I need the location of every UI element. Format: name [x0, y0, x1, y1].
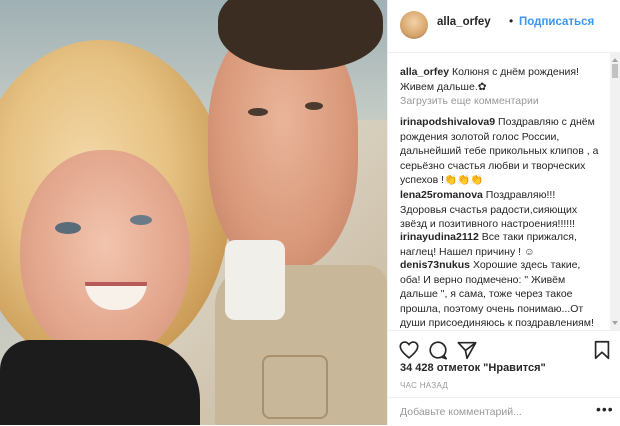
photo-embroidery: [262, 355, 328, 419]
photo-eye: [305, 102, 323, 110]
comments-list[interactable]: alla_orfey Колюня с днём рождения! Живем…: [388, 53, 609, 329]
comment-username[interactable]: denis73nukus: [400, 259, 470, 271]
more-options-icon[interactable]: •••: [596, 401, 614, 417]
caption: alla_orfey Колюня с днём рождения! Живем…: [400, 65, 600, 94]
avatar[interactable]: [400, 11, 428, 39]
scrollbar-thumb[interactable]: [612, 64, 618, 78]
add-comment-input[interactable]: [400, 403, 585, 421]
separator-dot: •: [509, 14, 514, 28]
post-sidebar: alla_orfey • Подписаться alla_orfey Колю…: [387, 0, 620, 425]
heart-icon[interactable]: [398, 339, 420, 361]
follow-button[interactable]: Подписаться: [519, 16, 594, 28]
likes-count[interactable]: 34 428 отметок "Нравится": [400, 362, 546, 374]
post-container: alla_orfey • Подписаться alla_orfey Колю…: [0, 0, 620, 425]
photo-shirt: [225, 240, 285, 320]
photo-man-hair: [218, 0, 383, 70]
post-photo[interactable]: [0, 0, 387, 425]
likes-label: отметок "Нравится": [436, 362, 546, 374]
comment-username[interactable]: irinayudina2112: [400, 231, 479, 243]
photo-eye: [248, 108, 268, 116]
comment-item: irinayudina2112 Все таки прижался, нагле…: [400, 230, 600, 259]
comment-icon[interactable]: [427, 339, 449, 361]
photo-eye: [55, 222, 81, 234]
photo-dress: [0, 340, 200, 425]
photo-eye: [130, 215, 152, 225]
post-timestamp[interactable]: ЧАС НАЗАД: [400, 381, 448, 390]
load-more-comments-link[interactable]: Загрузить еще комментарии: [400, 95, 539, 107]
share-icon[interactable]: [456, 339, 478, 361]
bookmark-icon[interactable]: [591, 339, 613, 361]
comment-item: irinapodshivalova9 Поздравляю с днём рож…: [400, 115, 600, 188]
post-header: alla_orfey • Подписаться: [388, 0, 620, 53]
scroll-down-arrow-icon[interactable]: [612, 321, 618, 325]
comments-scrollbar[interactable]: [610, 53, 620, 331]
likes-number: 34 428: [400, 362, 434, 374]
caption-username[interactable]: alla_orfey: [400, 66, 449, 78]
comment-item: denis73nukus Хорошие здесь такие, оба! И…: [400, 258, 600, 329]
comment-item: lena25romanova Поздравляю!!! Здоровья сч…: [400, 188, 600, 232]
comment-username[interactable]: irinapodshivalova9: [400, 116, 495, 128]
add-comment-bar: •••: [388, 397, 620, 426]
photo-woman-face: [20, 150, 190, 360]
header-username[interactable]: alla_orfey: [437, 16, 491, 28]
scroll-up-arrow-icon[interactable]: [612, 58, 618, 62]
comment-username[interactable]: lena25romanova: [400, 189, 483, 201]
